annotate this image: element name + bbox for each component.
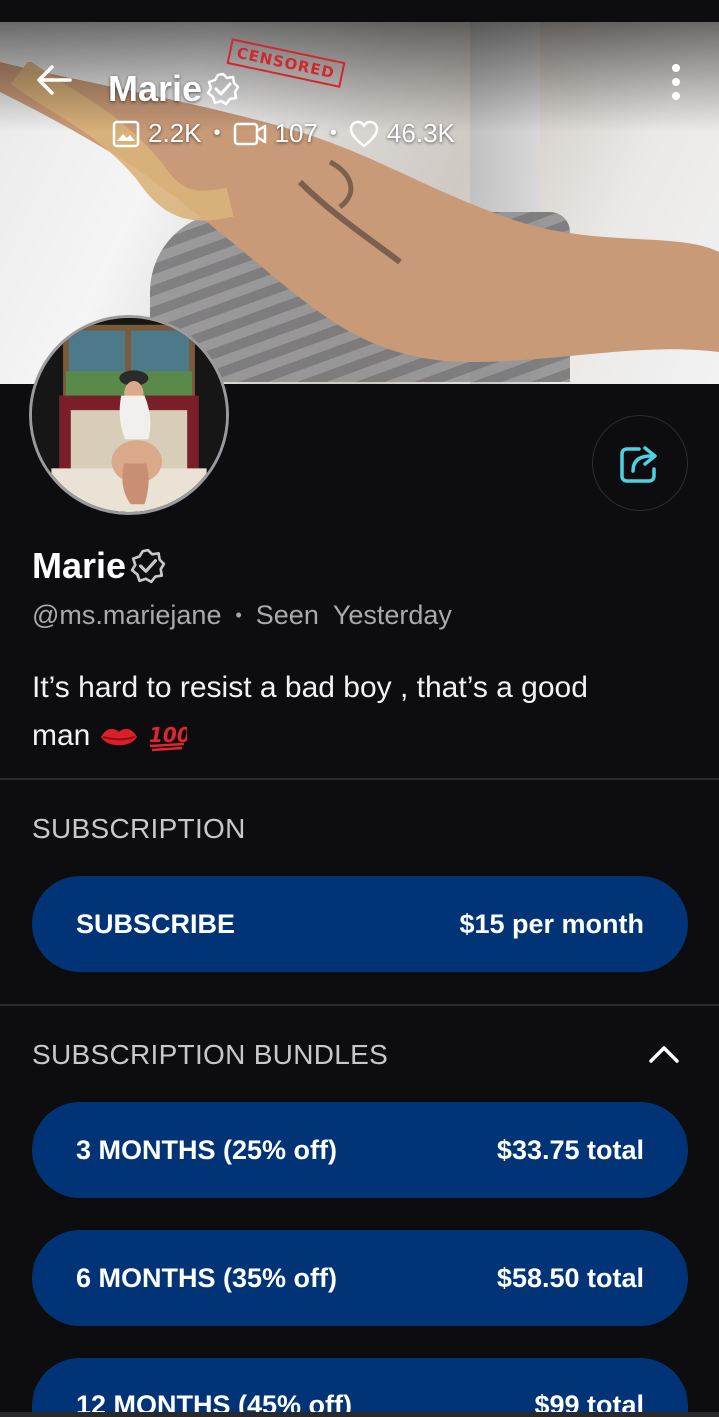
stat-separator: • (329, 122, 337, 144)
last-seen-value: Yesterday (332, 600, 452, 630)
last-seen-label: Seen (255, 600, 319, 630)
verified-badge-icon (206, 72, 240, 106)
photos-stat: 2.2K (112, 118, 202, 149)
header-stats: 2.2K • 107 • 46.3K (112, 118, 455, 149)
bundle-label: 3 MONTHS (25% off) (76, 1134, 338, 1165)
profile-handle: @ms.mariejane (32, 600, 222, 630)
bundle-label: 6 MONTHS (35% off) (76, 1262, 338, 1293)
share-icon (620, 446, 657, 483)
lips-emoji (100, 728, 137, 746)
avatar[interactable] (29, 315, 229, 515)
section-divider (0, 778, 719, 780)
hundred-points-emoji: 100 (149, 723, 187, 752)
section-divider (0, 1004, 719, 1006)
stat-separator: • (213, 122, 221, 144)
likes-stat: 46.3K (349, 118, 455, 149)
video-icon (233, 122, 266, 145)
header-title: Marie (108, 68, 240, 110)
subscription-section-title: SUBSCRIPTION (32, 813, 246, 844)
profile-meta: @ms.mariejane • Seen Yesterday (32, 600, 452, 631)
bundle-price: $33.75 total (496, 1134, 644, 1165)
subscribe-label: SUBSCRIBE (76, 908, 236, 939)
bio-line-2: man (32, 719, 91, 752)
back-button[interactable] (30, 58, 78, 102)
subscribe-price: $15 per month (459, 908, 644, 939)
videos-stat: 107 (233, 118, 318, 149)
profile-name-text: Marie (32, 545, 127, 586)
bundle-price: $58.50 total (496, 1262, 644, 1293)
heart-icon (349, 120, 379, 147)
bundles-section-title: SUBSCRIPTION BUNDLES (32, 1039, 389, 1070)
header-name: Marie (108, 68, 203, 109)
more-options-button[interactable] (660, 60, 692, 104)
top-bar: Marie 2.2K • 107 • 46.3K (0, 30, 719, 148)
more-vertical-icon (672, 64, 680, 72)
profile-name: Marie (32, 545, 166, 587)
videos-count: 107 (274, 118, 318, 148)
meta-separator: • (235, 605, 242, 625)
chevron-up-icon (649, 1046, 679, 1063)
bio-line-1: It’s hard to resist a bad boy , that’s a… (32, 671, 588, 704)
verified-badge-icon (130, 548, 166, 584)
bottom-edge (0, 1412, 719, 1417)
back-arrow-icon (37, 65, 72, 95)
status-strip (0, 0, 719, 22)
bundle-12-months-button[interactable]: 12 MONTHS (45% off) $99 total (32, 1358, 688, 1417)
bundle-3-months-button[interactable]: 3 MONTHS (25% off) $33.75 total (32, 1102, 688, 1198)
image-icon (112, 120, 140, 147)
bundle-6-months-button[interactable]: 6 MONTHS (35% off) $58.50 total (32, 1230, 688, 1326)
subscribe-button[interactable]: SUBSCRIBE $15 per month (32, 876, 688, 972)
avatar-photo (32, 318, 226, 512)
share-button[interactable] (592, 415, 688, 511)
collapse-bundles-button[interactable] (644, 1036, 684, 1072)
likes-count: 46.3K (386, 118, 455, 148)
profile-bio: It’s hard to resist a bad boy , that’s a… (32, 664, 672, 760)
photos-count: 2.2K (148, 118, 202, 148)
